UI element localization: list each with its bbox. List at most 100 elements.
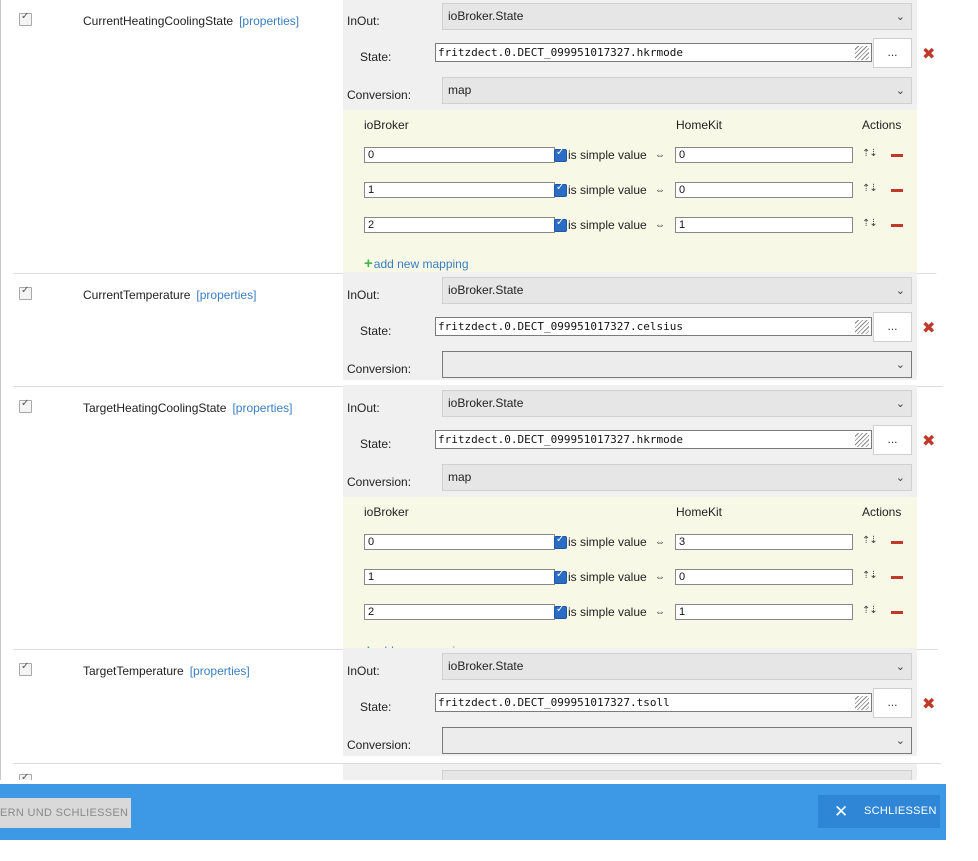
state-input[interactable]: fritzdect.0.DECT_099951017327.celsius: [435, 317, 872, 336]
state-input[interactable]: fritzdect.0.DECT_099951017327.hkrmode: [435, 43, 872, 62]
homekit-header: HomeKit: [676, 118, 723, 132]
iobroker-value: 0: [368, 149, 375, 161]
close-icon: ✕: [834, 802, 849, 821]
iobroker-value-input[interactable]: 0: [364, 147, 555, 163]
state-input[interactable]: fritzdect.0.DECT_099951017327.hkrmode: [435, 430, 872, 449]
simple-value-checkbox[interactable]: [554, 147, 567, 162]
iobroker-value-input[interactable]: 1: [364, 182, 555, 198]
homekit-value: 3: [679, 536, 686, 548]
move-up-down-icon[interactable]: ⇡⇣: [862, 570, 878, 581]
properties-link[interactable]: [properties]: [190, 664, 250, 678]
delete-icon[interactable]: ✖: [922, 318, 935, 338]
move-up-down-icon[interactable]: ⇡⇣: [862, 218, 878, 229]
enable-checkbox[interactable]: [19, 11, 32, 26]
select-state-button[interactable]: ...: [873, 688, 912, 718]
iobroker-value-input[interactable]: 2: [364, 217, 555, 233]
simple-value-label: is simple value: [568, 218, 647, 232]
delete-icon[interactable]: ✖: [922, 44, 935, 64]
close-label: SCHLIESSEN: [864, 805, 937, 817]
add-mapping-link[interactable]: +add new mapping: [364, 255, 469, 272]
characteristic-name: TargetTemperature [properties]: [83, 664, 250, 678]
conversion-select[interactable]: map ⌄: [442, 77, 912, 104]
save-and-close-button[interactable]: ERN UND SCHLIESSEN: [0, 798, 131, 828]
simple-value-checkbox[interactable]: [554, 217, 567, 232]
move-up-down-icon[interactable]: ⇡⇣: [862, 535, 878, 546]
inout-select[interactable]: ioBroker.State ⌄: [442, 390, 912, 417]
inout-select[interactable]: ioBroker.State ⌄: [442, 653, 912, 680]
homekit-value-input[interactable]: 0: [675, 569, 853, 585]
inout-value: ioBroker.State: [448, 659, 524, 673]
state-input[interactable]: fritzdect.0.DECT_099951017327.tsoll: [435, 693, 872, 712]
remove-mapping-icon[interactable]: [891, 541, 903, 544]
move-up-down-icon[interactable]: ⇡⇣: [862, 183, 878, 194]
conversion-value: map: [448, 470, 472, 484]
conversion-label: Conversion:: [347, 475, 412, 489]
conversion-select[interactable]: map ⌄: [442, 464, 912, 491]
chevron-down-icon: ⌄: [895, 398, 905, 410]
resize-handle-icon[interactable]: [855, 696, 869, 710]
resize-handle-icon[interactable]: [855, 320, 869, 334]
iobroker-value: 0: [368, 536, 375, 548]
chevron-down-icon: ⌄: [895, 359, 905, 371]
iobroker-value-input[interactable]: 0: [364, 534, 555, 550]
remove-mapping-icon[interactable]: [891, 576, 903, 579]
inout-select[interactable]: [442, 770, 912, 780]
conversion-select[interactable]: ⌄: [442, 351, 912, 378]
remove-mapping-icon[interactable]: [891, 611, 903, 614]
characteristic-section: CurrentHeatingCoolingState [properties] In…: [1, 0, 947, 276]
inout-select[interactable]: ioBroker.State ⌄: [442, 3, 912, 30]
select-state-button[interactable]: ...: [873, 425, 912, 455]
characteristic-name: CurrentHeatingCoolingState [properties]: [83, 14, 299, 28]
select-state-button[interactable]: ...: [873, 312, 912, 342]
simple-value-checkbox[interactable]: [554, 604, 567, 619]
actions-header: Actions: [862, 118, 902, 132]
chevron-down-icon: ⌄: [895, 661, 905, 673]
map-arrow-icon: ⇔: [655, 572, 665, 583]
resize-handle-icon[interactable]: [855, 46, 869, 60]
simple-value-checkbox[interactable]: [554, 569, 567, 584]
state-label: State:: [360, 324, 392, 338]
state-label: State:: [360, 700, 392, 714]
enable-checkbox[interactable]: [19, 661, 32, 676]
homekit-value-input[interactable]: 0: [675, 182, 853, 198]
enable-checkbox[interactable]: [19, 285, 32, 300]
delete-icon[interactable]: ✖: [922, 431, 935, 451]
actions-header: Actions: [862, 505, 902, 519]
simple-value-checkbox[interactable]: [554, 534, 567, 549]
characteristic-label: TargetHeatingCoolingState: [83, 401, 227, 415]
iobroker-value-input[interactable]: 2: [364, 604, 555, 620]
resize-handle-icon[interactable]: [855, 433, 869, 447]
inout-label: InOut:: [347, 14, 380, 28]
homekit-value-input[interactable]: 0: [675, 147, 853, 163]
add-mapping-label: add new mapping: [373, 257, 469, 271]
conversion-label: Conversion:: [347, 88, 412, 102]
homekit-value-input[interactable]: 3: [675, 534, 853, 550]
close-button[interactable]: ✕ SCHLIESSEN: [818, 795, 940, 828]
simple-value-checkbox[interactable]: [554, 182, 567, 197]
select-state-button[interactable]: ...: [873, 38, 912, 68]
map-arrow-icon: ⇔: [655, 185, 665, 196]
properties-link[interactable]: [properties]: [232, 401, 292, 415]
move-up-down-icon[interactable]: ⇡⇣: [862, 148, 878, 159]
properties-link[interactable]: [properties]: [239, 14, 299, 28]
conversion-select[interactable]: ⌄: [442, 727, 912, 754]
next-section-stub: [1, 764, 947, 780]
conversion-value: map: [448, 83, 472, 97]
inout-select[interactable]: ioBroker.State ⌄: [442, 277, 912, 304]
iobroker-header: ioBroker: [364, 505, 409, 519]
move-up-down-icon[interactable]: ⇡⇣: [862, 605, 878, 616]
remove-mapping-icon[interactable]: [891, 154, 903, 157]
delete-icon[interactable]: ✖: [922, 694, 935, 714]
enable-checkbox[interactable]: [19, 772, 32, 780]
characteristic-name: TargetHeatingCoolingState [properties]: [83, 401, 292, 415]
iobroker-value-input[interactable]: 1: [364, 569, 555, 585]
enable-checkbox[interactable]: [19, 398, 32, 413]
state-value: fritzdect.0.DECT_099951017327.celsius: [438, 320, 684, 333]
characteristic-section: TargetHeatingCoolingState [properties] InO…: [1, 385, 947, 663]
remove-mapping-icon[interactable]: [891, 224, 903, 227]
properties-link[interactable]: [properties]: [196, 288, 256, 302]
remove-mapping-icon[interactable]: [891, 189, 903, 192]
characteristic-label: CurrentTemperature: [83, 288, 191, 302]
homekit-value-input[interactable]: 1: [675, 604, 853, 620]
homekit-value-input[interactable]: 1: [675, 217, 853, 233]
